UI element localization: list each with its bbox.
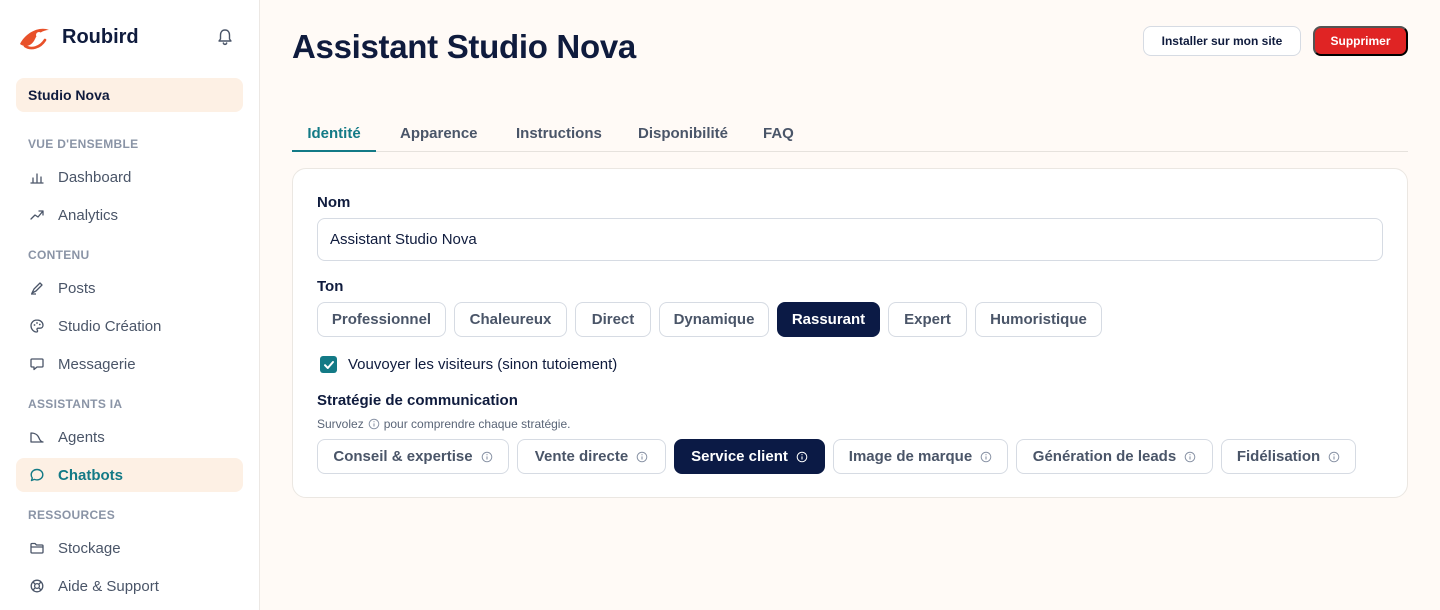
sidebar-item-label: Studio Création: [58, 317, 162, 335]
info-icon[interactable]: [980, 451, 992, 463]
pen-icon: [28, 279, 46, 297]
tab-instructions[interactable]: Instructions: [516, 116, 602, 152]
sidebar-item-aide-support[interactable]: Aide & Support: [16, 569, 243, 603]
tone-chip-rassurant[interactable]: Rassurant: [777, 302, 880, 337]
sidebar-item-studio-creation[interactable]: Studio Création: [16, 309, 243, 343]
info-icon[interactable]: [1328, 451, 1340, 463]
info-icon[interactable]: [481, 451, 493, 463]
tab-faq[interactable]: FAQ: [763, 116, 794, 152]
sidebar-item-messagerie[interactable]: Messagerie: [16, 347, 243, 381]
name-label: Nom: [317, 194, 351, 211]
vouvoyer-label: Vouvoyer les visiteurs (sinon tutoiement…: [348, 356, 618, 373]
tone-chip-expert[interactable]: Expert: [888, 302, 967, 337]
sidebar-item-label: Chatbots: [58, 466, 123, 484]
strategy-chip-label: Génération de leads: [1032, 448, 1177, 465]
bar-chart-icon: [28, 168, 46, 186]
sidebar-item-label: Stockage: [58, 539, 121, 557]
section-label-ai-assistants: ASSISTANTS IA: [28, 397, 123, 411]
info-icon: [368, 418, 379, 430]
sidebar-item-posts[interactable]: Posts: [16, 271, 243, 305]
tone-chip-professionnel[interactable]: Professionnel: [317, 302, 446, 337]
strategy-chip-conseil[interactable]: Conseil & expertise: [317, 439, 509, 474]
section-label-resources: RESSOURCES: [28, 508, 116, 522]
strategy-chip-fidelisation[interactable]: Fidélisation: [1221, 439, 1356, 474]
strategy-label: Stratégie de communication: [317, 392, 518, 409]
strategy-hint: Survolez pour comprendre chaque stratégi…: [317, 417, 570, 431]
sidebar-item-chatbots[interactable]: Chatbots: [16, 458, 243, 492]
workspace-selector[interactable]: Studio Nova: [16, 78, 243, 112]
folder-icon: [28, 539, 46, 557]
vouvoyer-checkbox[interactable]: [320, 356, 337, 373]
sidebar-item-dashboard[interactable]: Dashboard: [16, 160, 243, 194]
bell-icon[interactable]: [215, 27, 235, 47]
strategy-chip-label: Fidélisation: [1236, 448, 1321, 465]
tab-disponibilite[interactable]: Disponibilité: [638, 116, 728, 152]
strategy-hint-after: pour comprendre chaque stratégie.: [383, 417, 571, 431]
trend-icon: [28, 206, 46, 224]
strategy-chip-service-client[interactable]: Service client: [674, 439, 825, 474]
strategy-chip-image-de-marque[interactable]: Image de marque: [833, 439, 1008, 474]
tone-chip-direct[interactable]: Direct: [575, 302, 651, 337]
tab-apparence[interactable]: Apparence: [400, 116, 478, 152]
info-icon[interactable]: [796, 451, 808, 463]
tone-chip-humoristique[interactable]: Humoristique: [975, 302, 1102, 337]
strategy-chip-label: Service client: [691, 448, 788, 465]
brand-name: Roubird: [62, 25, 139, 48]
checkmark-icon: [323, 360, 334, 369]
message-icon: [28, 355, 46, 373]
info-icon[interactable]: [1184, 451, 1196, 463]
lifebuoy-icon: [28, 577, 46, 595]
agent-icon: [28, 428, 46, 446]
strategy-chip-label: Conseil & expertise: [333, 448, 473, 465]
tone-chip-chaleureux[interactable]: Chaleureux: [454, 302, 567, 337]
sidebar-item-label: Agents: [58, 428, 105, 446]
brand[interactable]: Roubird: [16, 22, 139, 52]
sidebar-item-label: Aide & Support: [58, 577, 159, 595]
page-title: Assistant Studio Nova: [292, 28, 636, 65]
palette-icon: [28, 317, 46, 335]
roubird-logo-icon: [20, 28, 49, 50]
strategy-chip-vente-directe[interactable]: Vente directe: [517, 439, 666, 474]
chat-icon: [28, 466, 46, 484]
section-label-overview: VUE D'ENSEMBLE: [28, 137, 139, 151]
sidebar-item-stockage[interactable]: Stockage: [16, 531, 243, 565]
install-on-site-button[interactable]: Installer sur mon site: [1143, 26, 1301, 56]
tab-bar: Identité Apparence Instructions Disponib…: [292, 116, 1408, 152]
strategy-chip-generation-de-leads[interactable]: Génération de leads: [1016, 439, 1213, 474]
sidebar-item-agents[interactable]: Agents: [16, 420, 243, 454]
tone-chip-dynamique[interactable]: Dynamique: [659, 302, 769, 337]
sidebar-item-label: Dashboard: [58, 168, 132, 186]
tab-identite[interactable]: Identité: [292, 116, 376, 152]
sidebar-item-label: Analytics: [58, 206, 119, 224]
sidebar-item-label: Messagerie: [58, 355, 136, 373]
strategy-chip-label: Vente directe: [534, 448, 629, 465]
tone-label: Ton: [317, 278, 344, 295]
sidebar-item-label: Posts: [58, 279, 96, 297]
name-input[interactable]: [317, 218, 1383, 261]
sidebar: Roubird Studio Nova VUE D'ENSEMBLE Dashb…: [0, 0, 260, 610]
section-label-content: CONTENU: [28, 248, 90, 262]
sidebar-item-analytics[interactable]: Analytics: [16, 198, 243, 232]
delete-button[interactable]: Supprimer: [1313, 26, 1408, 56]
strategy-hint-before: Survolez: [317, 417, 364, 431]
strategy-chip-label: Image de marque: [848, 448, 973, 465]
info-icon[interactable]: [636, 451, 648, 463]
